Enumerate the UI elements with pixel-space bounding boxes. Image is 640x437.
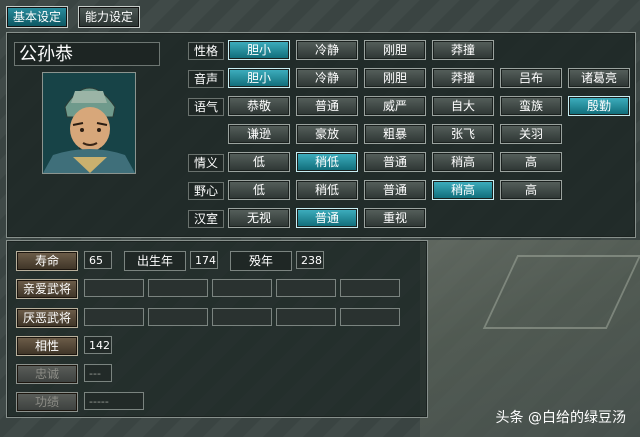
liked-officer-slot[interactable] — [84, 279, 144, 297]
liked-officers-button[interactable]: 亲爱武将 — [16, 279, 78, 299]
tone-option-bold[interactable]: 豪放 — [296, 124, 358, 144]
voice-option-calm[interactable]: 冷静 — [296, 68, 358, 88]
tab-ability-settings[interactable]: 能力设定 — [78, 6, 141, 28]
lifespan-button[interactable]: 寿命 — [16, 251, 78, 271]
personality-label: 性格 — [188, 42, 224, 60]
tone-option-zhangfei[interactable]: 张飞 — [432, 124, 494, 144]
voice-label: 音声 — [188, 70, 224, 88]
personality-option-calm[interactable]: 冷静 — [296, 40, 358, 60]
tone-option-guanyu[interactable]: 关羽 — [500, 124, 562, 144]
disliked-officer-slot[interactable] — [212, 308, 272, 326]
righteousness-label: 情义 — [188, 154, 224, 172]
han-option-normal[interactable]: 普通 — [296, 208, 358, 228]
personality-option-brave[interactable]: 刚胆 — [364, 40, 426, 60]
ambition-option-slightly-high[interactable]: 稍高 — [432, 180, 494, 200]
officer-portrait — [42, 72, 136, 174]
watermark: 头条 @白给的绿豆汤 — [495, 410, 626, 426]
voice-option-reckless[interactable]: 莽撞 — [432, 68, 494, 88]
personality-option-timid[interactable]: 胆小 — [228, 40, 290, 60]
tone-option-normal[interactable]: 普通 — [296, 96, 358, 116]
death-year-value: 238 — [296, 251, 324, 269]
tone-label: 语气 — [188, 98, 224, 116]
death-year-label: 殁年 — [230, 251, 292, 271]
ambition-option-slightly-low[interactable]: 稍低 — [296, 180, 358, 200]
merit-value: ----- — [84, 392, 144, 410]
tone-option-rough[interactable]: 粗暴 — [364, 124, 426, 144]
liked-officer-slot[interactable] — [276, 279, 336, 297]
disliked-officer-slot[interactable] — [148, 308, 208, 326]
loyalty-button[interactable]: 忠诚 — [16, 364, 78, 384]
officer-name: 公孙恭 — [14, 42, 160, 66]
righteousness-option-low[interactable]: 低 — [228, 152, 290, 172]
ambition-option-high[interactable]: 高 — [500, 180, 562, 200]
lifespan-value: 65 — [84, 251, 112, 269]
voice-option-brave[interactable]: 刚胆 — [364, 68, 426, 88]
han-option-respect[interactable]: 重视 — [364, 208, 426, 228]
han-option-ignore[interactable]: 无视 — [228, 208, 290, 228]
liked-officer-slot[interactable] — [212, 279, 272, 297]
ambition-option-low[interactable]: 低 — [228, 180, 290, 200]
merit-button[interactable]: 功绩 — [16, 392, 78, 412]
disliked-officer-slot[interactable] — [84, 308, 144, 326]
tone-option-arrogant[interactable]: 自大 — [432, 96, 494, 116]
tone-option-stern[interactable]: 威严 — [364, 96, 426, 116]
tab-basic-settings[interactable]: 基本设定 — [6, 6, 69, 28]
han-dynasty-label: 汉室 — [188, 210, 224, 228]
liked-officer-slot[interactable] — [340, 279, 400, 297]
voice-option-timid[interactable]: 胆小 — [228, 68, 290, 88]
voice-option-zhugeliang[interactable]: 诸葛亮 — [568, 68, 630, 88]
tone-option-modest[interactable]: 谦逊 — [228, 124, 290, 144]
tone-option-barbarian[interactable]: 蛮族 — [500, 96, 562, 116]
ambition-option-normal[interactable]: 普通 — [364, 180, 426, 200]
righteousness-option-high[interactable]: 高 — [500, 152, 562, 172]
disliked-officers-button[interactable]: 厌恶武将 — [16, 308, 78, 328]
birth-year-label: 出生年 — [124, 251, 186, 271]
disliked-officer-slot[interactable] — [276, 308, 336, 326]
righteousness-option-slightly-high[interactable]: 稍高 — [432, 152, 494, 172]
loyalty-value: --- — [84, 364, 112, 382]
tone-option-respectful[interactable]: 恭敬 — [228, 96, 290, 116]
righteousness-option-normal[interactable]: 普通 — [364, 152, 426, 172]
affinity-value: 142 — [84, 336, 112, 354]
portrait-face-icon — [43, 73, 135, 173]
personality-option-reckless[interactable]: 莽撞 — [432, 40, 494, 60]
disliked-officer-slot[interactable] — [340, 308, 400, 326]
birth-year-value: 174 — [190, 251, 218, 269]
tone-option-courteous[interactable]: 殷勤 — [568, 96, 630, 116]
voice-option-lubu[interactable]: 吕布 — [500, 68, 562, 88]
liked-officer-slot[interactable] — [148, 279, 208, 297]
righteousness-option-slightly-low[interactable]: 稍低 — [296, 152, 358, 172]
ambition-label: 野心 — [188, 182, 224, 200]
affinity-button[interactable]: 相性 — [16, 336, 78, 356]
